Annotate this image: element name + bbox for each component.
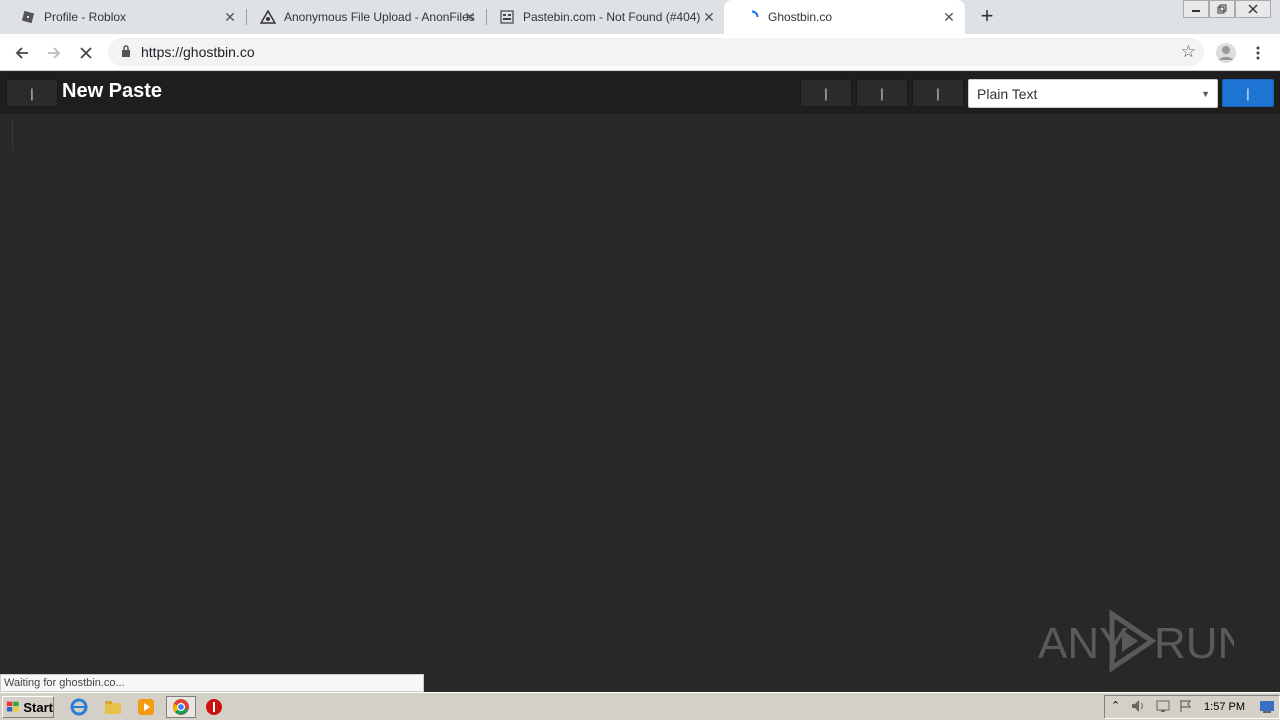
close-icon [1248, 4, 1258, 14]
pastebin-icon [499, 9, 515, 25]
tab-title: Ghostbin.co [768, 10, 833, 24]
security-alert-icon[interactable] [204, 697, 224, 717]
start-button[interactable]: Start [2, 696, 54, 718]
status-bubble: Waiting for ghostbin.co... [0, 674, 424, 692]
tab-title: Pastebin.com - Not Found (#404) [523, 10, 701, 24]
tool-button-3[interactable]: | [912, 79, 964, 107]
editor-cursor [12, 118, 14, 150]
arrow-right-icon [48, 47, 61, 59]
tab-strip: Profile - Roblox ✕ Anonymous File Upload… [0, 0, 1280, 34]
menu-button[interactable] [1245, 40, 1271, 66]
anyrun-watermark-logo: ANY RUN [1038, 609, 1234, 672]
roblox-icon [20, 9, 36, 25]
close-icon[interactable]: ✕ [222, 9, 238, 25]
volume-icon[interactable] [1131, 699, 1147, 718]
tab-title: Anonymous File Upload - AnonFiles [284, 10, 475, 24]
back-button[interactable] [9, 40, 35, 66]
page-title: New Paste [62, 80, 163, 102]
chevron-down-icon: ▼ [1201, 89, 1210, 99]
lock-icon [121, 45, 131, 63]
tab-title: Profile - Roblox [44, 10, 127, 24]
new-tab-button[interactable]: + [976, 5, 998, 28]
tab-pastebin[interactable]: Pastebin.com - Not Found (#404) ✕ [479, 0, 725, 34]
sidebar-toggle-button[interactable]: | [6, 79, 58, 107]
tool-button-2[interactable]: | [856, 79, 908, 107]
profile-avatar[interactable] [1213, 40, 1239, 66]
account-icon [1216, 43, 1236, 63]
restore-icon [1217, 4, 1227, 14]
clock[interactable]: 1:57 PM [1204, 701, 1245, 713]
address-bar[interactable]: https://ghostbin.co ☆ [108, 38, 1204, 66]
system-tray: ⌃ 1:57 PM [1104, 695, 1280, 719]
stop-icon [80, 47, 92, 59]
loading-spinner-icon [744, 9, 760, 25]
chrome-taskbar-button[interactable] [166, 696, 196, 718]
browser-toolbar: https://ghostbin.co ☆ [0, 34, 1280, 71]
show-desktop-icon[interactable] [1259, 700, 1275, 719]
language-select[interactable]: Plain Text ▼ [968, 79, 1218, 108]
restore-button[interactable] [1209, 0, 1235, 18]
tray-expand-icon[interactable]: ⌃ [1111, 699, 1120, 712]
paste-editor[interactable] [0, 114, 1280, 692]
close-icon[interactable]: ✕ [941, 9, 957, 25]
start-label: Start [23, 699, 53, 715]
watermark-text-any: ANY [1038, 619, 1128, 668]
minimize-icon [1192, 10, 1200, 12]
windows-logo-icon [6, 701, 19, 712]
action-center-flag-icon[interactable] [1179, 699, 1193, 718]
anonfiles-icon [260, 9, 276, 25]
stop-button[interactable] [73, 40, 99, 66]
bookmark-star-icon[interactable]: ☆ [1181, 42, 1196, 62]
arrow-left-icon [15, 47, 28, 59]
file-explorer-icon[interactable] [103, 697, 123, 717]
window-close-button[interactable] [1235, 0, 1271, 18]
tab-anonfiles[interactable]: Anonymous File Upload - AnonFiles ✕ [240, 0, 486, 34]
paste-header: | New Paste | | | Plain Text ▼ | [0, 72, 1280, 114]
url-text: https://ghostbin.co [141, 44, 255, 60]
ie-icon[interactable] [69, 697, 89, 717]
close-icon[interactable]: ✕ [462, 9, 478, 25]
close-icon[interactable]: ✕ [701, 9, 717, 25]
kebab-menu-icon [1256, 46, 1260, 60]
tool-button-1[interactable]: | [800, 79, 852, 107]
tab-roblox[interactable]: Profile - Roblox ✕ [0, 0, 246, 34]
chrome-icon [173, 699, 189, 715]
save-paste-button[interactable]: | [1222, 79, 1274, 107]
minimize-button[interactable] [1183, 0, 1209, 18]
forward-button[interactable] [41, 40, 67, 66]
network-icon[interactable] [1155, 699, 1171, 718]
watermark-text-run: RUN [1154, 619, 1234, 668]
tab-ghostbin[interactable]: Ghostbin.co ✕ [724, 0, 965, 34]
language-select-value: Plain Text [977, 86, 1038, 102]
media-player-icon[interactable] [136, 697, 156, 717]
windows-taskbar: Start ⌃ 1:57 PM [0, 692, 1280, 720]
